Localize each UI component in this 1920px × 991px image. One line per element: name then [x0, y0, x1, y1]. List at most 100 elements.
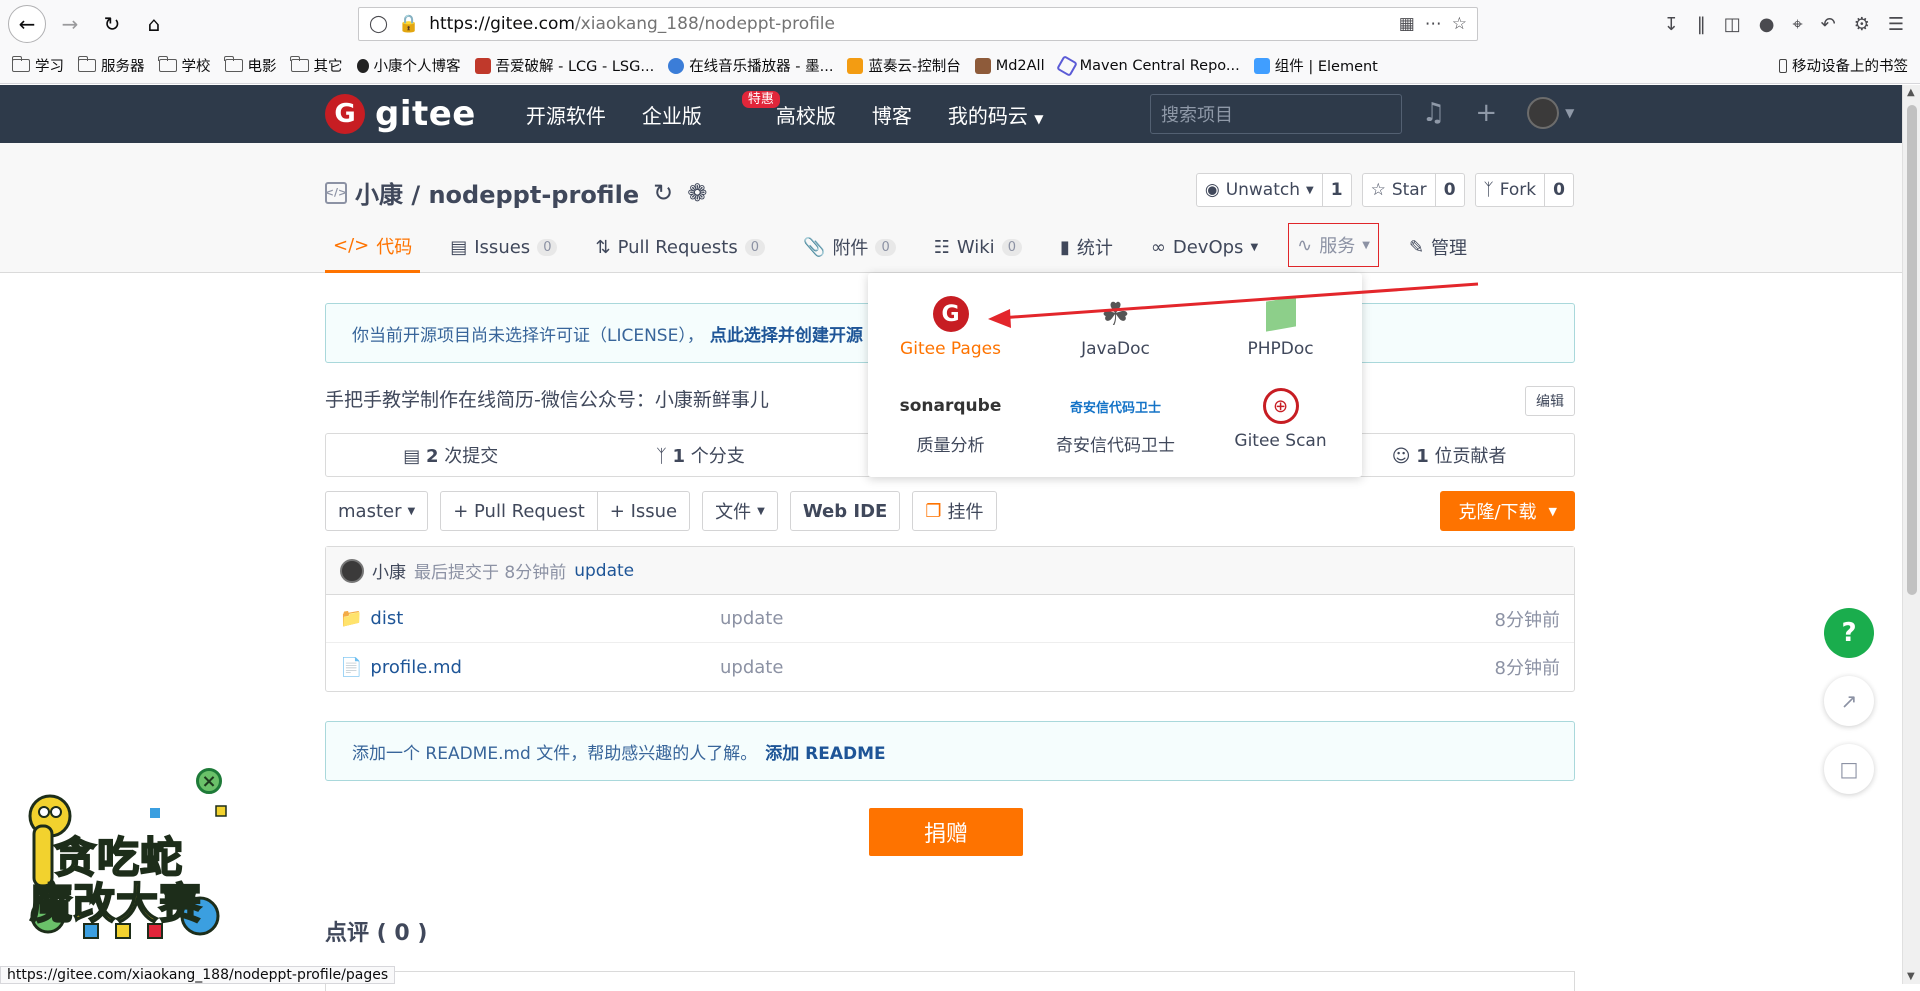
url-bar[interactable]: ◯ 🔒 https://gitee.com/xiaokang_188/nodep… [358, 7, 1478, 41]
bookmark-folder[interactable]: 学习 [11, 55, 64, 76]
tab-issues[interactable]: ▤ Issues 0 [442, 221, 565, 273]
sync-icon[interactable]: ↻ [653, 179, 673, 207]
back-icon[interactable]: ← [8, 5, 46, 43]
tab-services[interactable]: ∿ 服务 ▼ [1288, 223, 1379, 267]
crop-icon[interactable]: ⌖ [1792, 14, 1802, 35]
project-search-input[interactable]: 搜索项目 [1150, 94, 1402, 134]
bookmark-site[interactable]: 蓝奏云-控制台 [847, 55, 961, 76]
mobile-bookmarks[interactable]: 移动设备上的书签 [1779, 55, 1908, 76]
bookmark-site[interactable]: Maven Central Repo... [1055, 54, 1240, 77]
close-icon[interactable]: × [196, 768, 222, 794]
lock-icon[interactable]: 🔒 [398, 14, 419, 34]
bookmark-site[interactable]: Md2All [974, 57, 1045, 74]
avatar[interactable] [340, 558, 364, 583]
folder-icon [290, 56, 309, 72]
qr-code-icon[interactable]: ▦ [1399, 14, 1415, 34]
home-icon[interactable]: ⌂ [136, 6, 172, 42]
nav-university[interactable]: 高校版 [776, 100, 836, 129]
tab-manage[interactable]: ✎ 管理 [1401, 221, 1475, 273]
files-dropdown[interactable]: 文件 ▼ [702, 491, 778, 531]
help-button[interactable]: ? [1824, 608, 1874, 658]
create-license-link[interactable]: 点此选择并创建开源 [710, 321, 863, 346]
extension-icon[interactable]: ⚙ [1854, 14, 1870, 35]
commits-stat[interactable]: ▤ 2 次提交 [326, 442, 576, 468]
service-phpdoc[interactable]: PHPDoc [1198, 293, 1363, 359]
more-actions-icon[interactable]: ⋯ [1425, 14, 1442, 34]
donate-button[interactable]: 捐赠 [869, 808, 1023, 856]
badge-icon[interactable]: ❁ [687, 179, 707, 207]
extension-dark-icon[interactable]: ● [1759, 14, 1775, 35]
branches-stat[interactable]: ᛉ 1 个分支 [576, 442, 826, 468]
share-icon[interactable]: ↗ [1824, 676, 1874, 726]
file-name[interactable]: profile.md [370, 657, 462, 678]
web-ide-button[interactable]: Web IDE [789, 491, 901, 531]
snake-contest-ad[interactable]: 贪吃蛇 魔改大赛 [20, 766, 230, 946]
repo-title[interactable]: 小康 / nodeppt-profile [355, 175, 639, 210]
bookmark-folder[interactable]: 电影 [224, 55, 277, 76]
watch-button[interactable]: ◉ Unwatch ▼ 1 [1195, 173, 1352, 207]
edit-button[interactable]: 编辑 [1525, 386, 1575, 416]
tab-stats[interactable]: ▮ 统计 [1052, 221, 1121, 273]
pull-request-button[interactable]: + Pull Request [440, 491, 598, 531]
sonarqube-icon: sonarqube [899, 396, 1002, 416]
service-gitee-scan[interactable]: ⊕ Gitee Scan [1198, 385, 1363, 451]
download-icon[interactable]: ↧ [1664, 14, 1679, 35]
service-quality-analysis[interactable]: sonarqube 质量分析 [868, 385, 1033, 456]
bookmark-star-icon[interactable]: ☆ [1452, 14, 1467, 34]
page-scrollbar[interactable]: ▲ ▼ [1902, 85, 1920, 984]
bookmark-site[interactable]: 在线音乐播放器 - 墨... [668, 55, 833, 76]
tab-wiki[interactable]: ☷ Wiki 0 [926, 221, 1030, 273]
service-qianxin[interactable]: 奇安信代码卫士 奇安信代码卫士 [1033, 385, 1198, 457]
file-commit-message[interactable]: update [720, 657, 1495, 678]
tab-pull-requests[interactable]: ⇅ Pull Requests 0 [587, 221, 773, 273]
bookmark-site[interactable]: 小康个人博客 [356, 55, 461, 76]
user-avatar[interactable]: ▼ [1527, 97, 1574, 129]
snake-ad-line2: 魔改大赛 [29, 878, 203, 929]
clone-download-button[interactable]: 克隆/下载 ▼ [1440, 491, 1575, 531]
issues-icon: ▤ [450, 236, 468, 258]
bookmark-site[interactable]: 组件 | Element [1253, 55, 1378, 76]
tab-devops[interactable]: ∞ DevOps ▼ [1143, 221, 1266, 273]
reload-icon[interactable]: ↻ [94, 6, 130, 42]
commit-message[interactable]: update [574, 561, 634, 581]
bookmark-folder[interactable]: 学校 [158, 55, 211, 76]
menu-icon[interactable]: ☰ [1888, 14, 1904, 35]
bookmark-folder[interactable]: 服务器 [77, 55, 145, 76]
shield-icon[interactable]: ◯ [369, 14, 388, 34]
nav-open-source[interactable]: 开源软件 [526, 100, 606, 129]
add-readme-link[interactable]: 添加 README [765, 739, 885, 764]
branch-select[interactable]: master ▼ [325, 491, 429, 531]
service-gitee-pages[interactable]: G Gitee Pages [868, 293, 1033, 359]
nav-blog[interactable]: 博客 [872, 100, 912, 129]
scroll-down-icon[interactable]: ▼ [1907, 971, 1915, 982]
forward-icon[interactable]: → [52, 6, 88, 42]
tab-code[interactable]: </> 代码 [325, 221, 421, 273]
undo-icon[interactable]: ↶ [1821, 14, 1836, 35]
sidebar-icon[interactable]: ◫ [1724, 14, 1741, 35]
plus-icon[interactable]: + [1475, 98, 1497, 128]
bookmark-folder[interactable]: 其它 [290, 55, 343, 76]
library-icon[interactable]: ‖ [1697, 14, 1706, 35]
fork-button[interactable]: ᛉ Fork 0 [1474, 173, 1574, 207]
widget-button[interactable]: ❐ 挂件 [912, 491, 997, 531]
service-javadoc[interactable]: ☘ JavaDoc [1033, 293, 1198, 359]
issue-button[interactable]: + Issue [597, 491, 691, 531]
folder-icon: 📁 [340, 608, 363, 629]
chat-icon[interactable]: □ [1824, 744, 1874, 794]
table-row[interactable]: 📁 dist update 8分钟前 [326, 595, 1574, 643]
file-commit-message[interactable]: update [720, 608, 1495, 629]
scroll-up-icon[interactable]: ▲ [1907, 87, 1915, 98]
scroll-thumb[interactable] [1907, 105, 1917, 595]
file-name[interactable]: dist [370, 608, 403, 629]
nav-enterprise[interactable]: 企业版特惠 [642, 90, 780, 129]
gitee-brand[interactable]: gitee [375, 94, 476, 134]
bell-icon[interactable]: ♫ [1422, 98, 1445, 128]
table-row[interactable]: 📄 profile.md update 8分钟前 [326, 643, 1574, 691]
nav-my-gitee[interactable]: 我的码云 ▼ [948, 100, 1044, 129]
star-button[interactable]: ☆ Star 0 [1361, 173, 1465, 207]
tab-attachments[interactable]: 📎 附件 0 [795, 221, 904, 273]
bookmark-site[interactable]: 吾爱破解 - LCG - LSG... [474, 55, 654, 76]
commit-author[interactable]: 小康 [372, 558, 406, 583]
gitee-logo-icon[interactable]: G [325, 94, 365, 134]
repo-header: </> 小康 / nodeppt-profile ↻ ❁ ◉ Unwatch ▼ 1 … [0, 143, 1902, 273]
